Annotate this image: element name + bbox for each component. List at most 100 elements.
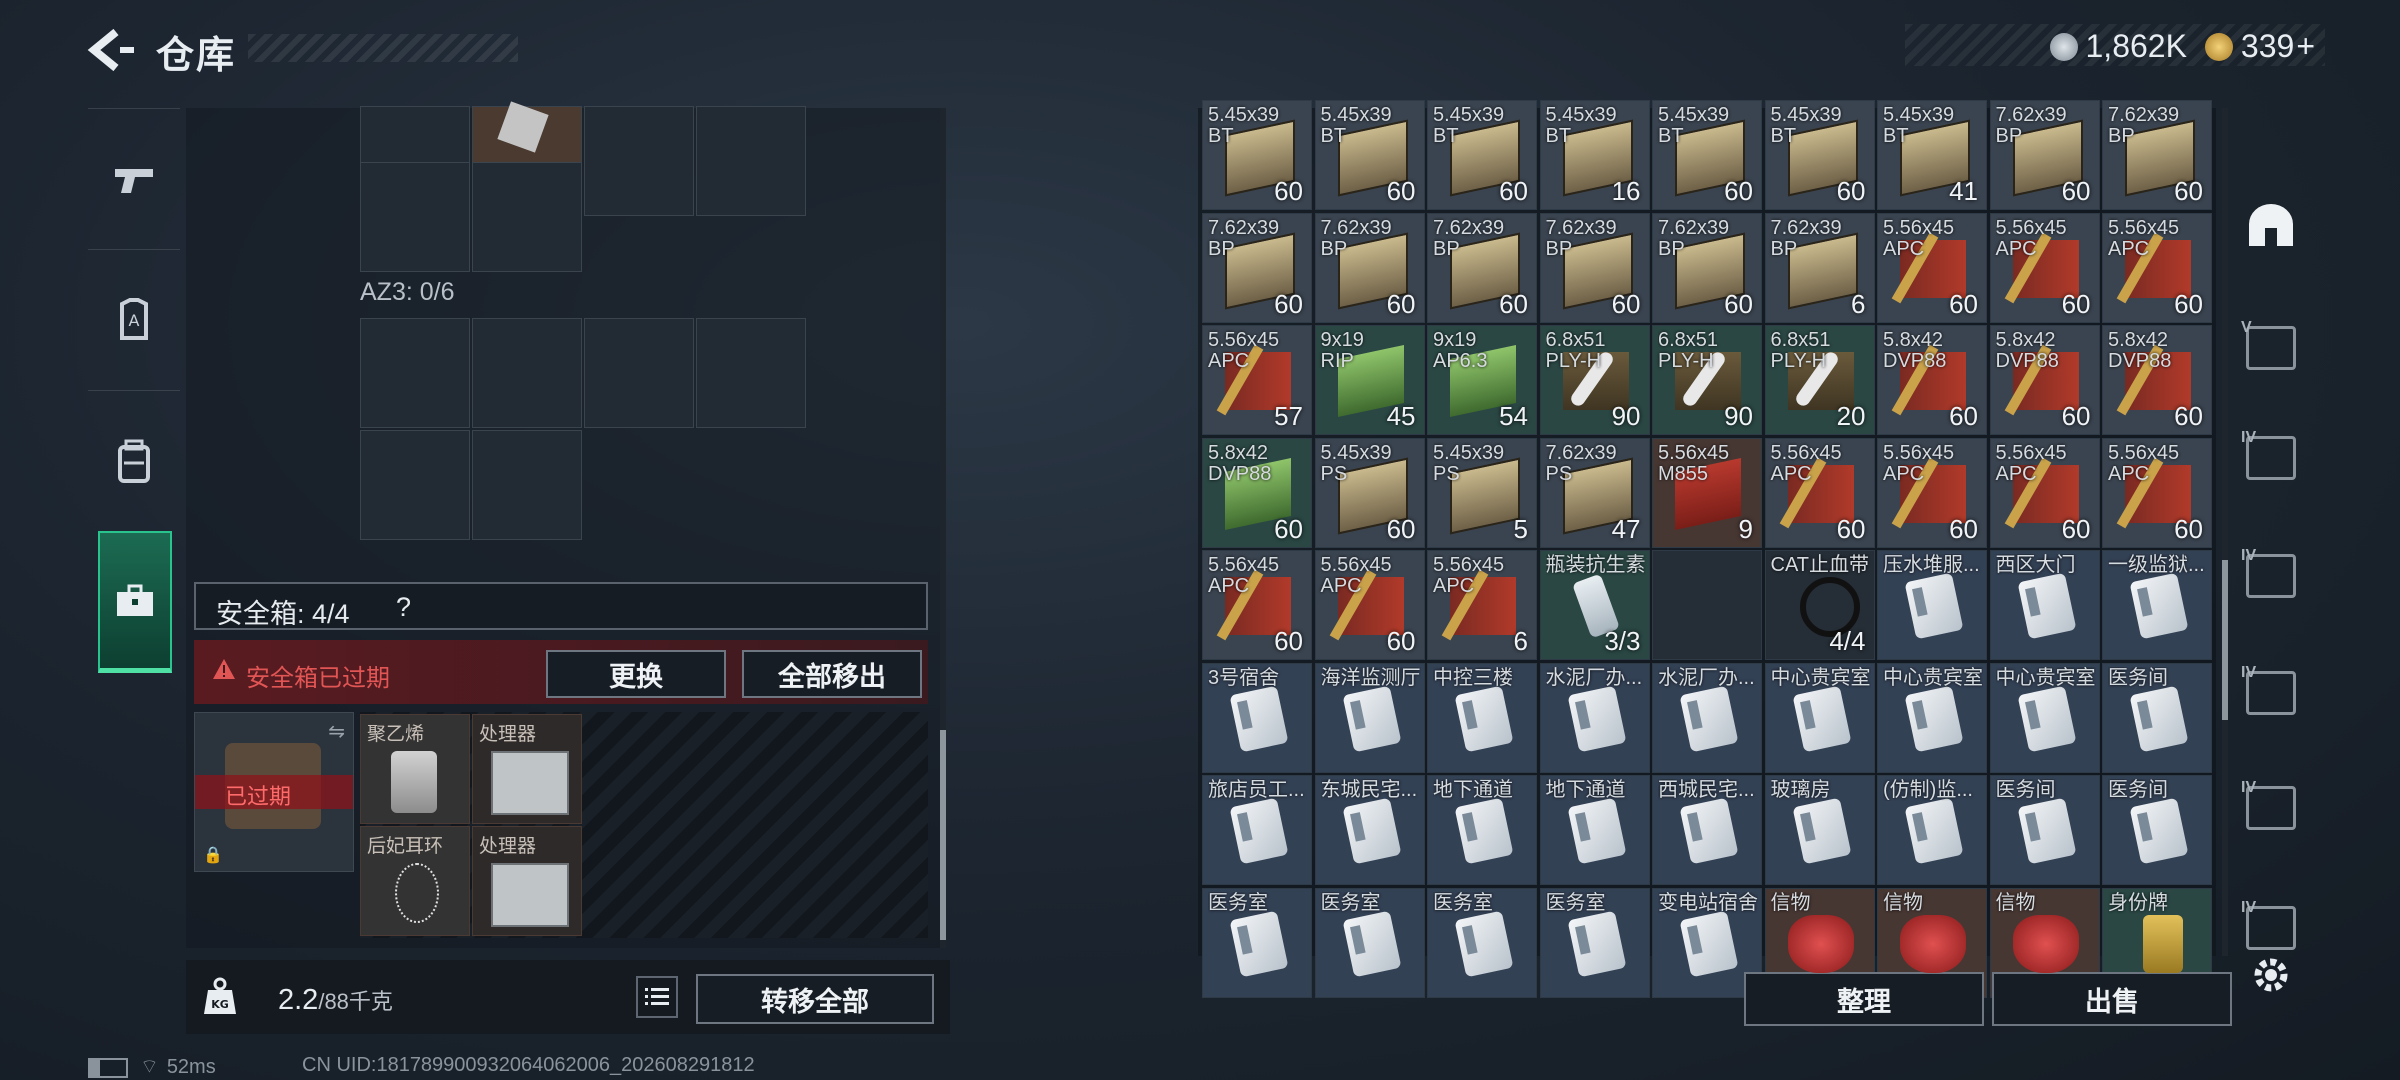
inventory-item[interactable]: 5.56x45 APC 60 xyxy=(2102,437,2212,548)
inventory-item[interactable]: 5.56x45 APC 60 xyxy=(1989,212,2100,323)
replace-button[interactable]: 更换 xyxy=(546,650,726,698)
inventory-item[interactable]: 水泥厂办... xyxy=(1539,662,1650,773)
grid-slot[interactable] xyxy=(360,430,470,540)
inventory-item[interactable]: 中控三楼 xyxy=(1427,662,1537,773)
grid-slot[interactable] xyxy=(696,318,806,428)
inventory-item[interactable]: 3号宿舍 xyxy=(1202,662,1312,773)
grid-slot[interactable] xyxy=(472,162,582,272)
inventory-item[interactable]: 旅店员工... xyxy=(1202,775,1312,885)
safe-box-item[interactable]: 已过期 ⇋ 🔒 xyxy=(194,712,354,872)
inventory-item[interactable]: 5.56x45 APC 6 xyxy=(1427,550,1537,660)
tab-armor[interactable]: A xyxy=(88,249,180,390)
inventory-item[interactable]: 地下通道 xyxy=(1539,775,1650,885)
inventory-item[interactable]: 瓶装抗生素 3/3 xyxy=(1539,550,1650,660)
tab-grade-iv-d[interactable]: IV xyxy=(2230,758,2312,858)
inventory-item[interactable]: 5.45x39 BT 41 xyxy=(1877,100,1987,210)
inventory-item[interactable]: 医务间 xyxy=(2102,662,2212,773)
inventory-item[interactable]: 7.62x39 BP 60 xyxy=(1202,212,1312,323)
inventory-item[interactable]: 7.62x39 PS 47 xyxy=(1539,437,1650,548)
inventory-item[interactable]: 压水堆服... xyxy=(1877,550,1987,660)
list-view-button[interactable] xyxy=(636,976,678,1018)
inventory-item[interactable]: 9x19 AP6.3 54 xyxy=(1427,325,1537,435)
tab-safe-box[interactable] xyxy=(98,531,172,673)
back-button[interactable] xyxy=(86,28,136,72)
inventory-item[interactable]: 水泥厂办... xyxy=(1652,662,1762,773)
inventory-item[interactable]: 5.45x39 BT 16 xyxy=(1539,100,1650,210)
inventory-item[interactable]: 医务室 xyxy=(1202,887,1312,998)
inventory-item[interactable]: 医务室 xyxy=(1314,887,1425,998)
tab-grade-iv-a[interactable]: IV xyxy=(2230,408,2312,508)
safe-item-4[interactable]: 处理器 xyxy=(472,826,582,936)
remove-all-button[interactable]: 全部移出 xyxy=(742,650,922,698)
inventory-item[interactable]: 6.8x51 PLY-H 20 xyxy=(1764,325,1875,435)
inventory-item[interactable]: 玻璃房 xyxy=(1764,775,1875,885)
inventory-item[interactable]: 中心贵宾室 xyxy=(1989,662,2100,773)
inventory-item[interactable]: 5.45x39 BT 60 xyxy=(1764,100,1875,210)
inventory-item[interactable]: 5.56x45 APC 60 xyxy=(1877,212,1987,323)
tab-grade-iv-b[interactable]: IV xyxy=(2230,526,2312,626)
settings-button[interactable] xyxy=(2248,952,2294,998)
inventory-item[interactable]: 7.62x39 BP 60 xyxy=(2102,100,2212,210)
warehouse-scrollbar-thumb[interactable] xyxy=(2222,560,2228,720)
inventory-item[interactable]: 5.56x45 APC 60 xyxy=(1877,437,1987,548)
swap-icon[interactable]: ⇋ xyxy=(328,719,345,744)
inventory-item[interactable]: 地下通道 xyxy=(1427,775,1537,885)
inventory-item[interactable]: 5.56x45 APC 60 xyxy=(1764,437,1875,548)
inventory-item[interactable]: 一级监狱... xyxy=(2102,550,2212,660)
warehouse-scrollbar[interactable] xyxy=(2222,108,2228,956)
grid-slot[interactable] xyxy=(472,318,582,428)
inventory-item[interactable]: 医务室 xyxy=(1427,887,1537,998)
inventory-empty-slot[interactable] xyxy=(1652,550,1762,660)
safe-item-1[interactable]: 聚乙烯 xyxy=(360,714,470,824)
tab-grade-iv-c[interactable]: IV xyxy=(2230,643,2312,743)
tab-backpack[interactable] xyxy=(88,390,180,531)
inventory-item[interactable]: 东城民宅... xyxy=(1314,775,1425,885)
inventory-item[interactable]: 5.56x45 APC 60 xyxy=(1202,550,1312,660)
inventory-item[interactable]: 5.56x45 APC 60 xyxy=(1314,550,1425,660)
inventory-item[interactable]: 9x19 RIP 45 xyxy=(1314,325,1425,435)
inventory-item[interactable]: 医务间 xyxy=(1989,775,2100,885)
tab-all-items[interactable] xyxy=(2230,178,2312,278)
inventory-item[interactable]: 7.62x39 BP 60 xyxy=(1314,212,1425,323)
help-icon[interactable]: ? xyxy=(396,592,411,623)
inventory-item[interactable]: 5.56x45 M855 9 xyxy=(1652,437,1762,548)
inventory-item[interactable]: 西城民宅... xyxy=(1652,775,1762,885)
inventory-item[interactable]: 6.8x51 PLY-H 90 xyxy=(1539,325,1650,435)
safe-item-2[interactable]: 处理器 xyxy=(472,714,582,824)
tab-weapons[interactable] xyxy=(88,108,180,249)
grid-slot[interactable] xyxy=(584,318,694,428)
inventory-item[interactable]: 中心贵宾室 xyxy=(1877,662,1987,773)
tab-grade-v-a[interactable]: V xyxy=(2230,298,2312,398)
inventory-item[interactable]: 海洋监测厅 xyxy=(1314,662,1425,773)
inventory-item[interactable]: 5.8x42 DVP88 60 xyxy=(1877,325,1987,435)
inventory-item[interactable]: 5.56x45 APC 57 xyxy=(1202,325,1312,435)
inventory-item[interactable]: 7.62x39 BP 60 xyxy=(1539,212,1650,323)
inventory-item[interactable]: 5.45x39 PS 60 xyxy=(1314,437,1425,548)
inventory-item[interactable]: 医务室 xyxy=(1539,887,1650,998)
inventory-item[interactable]: 7.62x39 BP 60 xyxy=(1989,100,2100,210)
inventory-item[interactable]: 5.8x42 DVP88 60 xyxy=(1989,325,2100,435)
sort-button[interactable]: 整理 xyxy=(1744,972,1984,1026)
inventory-item[interactable]: 5.45x39 BT 60 xyxy=(1202,100,1312,210)
currency-gold-plus[interactable]: + xyxy=(2296,28,2315,64)
inventory-item[interactable]: 5.45x39 BT 60 xyxy=(1652,100,1762,210)
inventory-item[interactable]: (仿制)监... xyxy=(1877,775,1987,885)
grid-slot[interactable] xyxy=(360,318,470,428)
grid-slot[interactable] xyxy=(584,106,694,216)
inventory-item[interactable]: 7.62x39 BP 6 xyxy=(1764,212,1875,323)
inventory-item[interactable]: 5.45x39 BT 60 xyxy=(1427,100,1537,210)
inventory-item[interactable]: 7.62x39 BP 60 xyxy=(1427,212,1537,323)
inventory-item[interactable]: 5.56x45 APC 60 xyxy=(1989,437,2100,548)
transfer-all-button[interactable]: 转移全部 xyxy=(696,974,934,1024)
grid-slot[interactable] xyxy=(472,430,582,540)
loadout-scrollbar-thumb[interactable] xyxy=(940,730,946,940)
grid-slot[interactable] xyxy=(360,162,470,272)
inventory-item[interactable]: 7.62x39 BP 60 xyxy=(1652,212,1762,323)
inventory-item[interactable]: 5.45x39 PS 5 xyxy=(1427,437,1537,548)
inventory-item[interactable]: 5.8x42 DVP88 60 xyxy=(2102,325,2212,435)
sell-button[interactable]: 出售 xyxy=(1992,972,2232,1026)
inventory-item[interactable]: 5.56x45 APC 60 xyxy=(2102,212,2212,323)
inventory-item[interactable]: 西区大门 xyxy=(1989,550,2100,660)
inventory-item[interactable]: 6.8x51 PLY-H 90 xyxy=(1652,325,1762,435)
inventory-item[interactable]: 中心贵宾室 xyxy=(1764,662,1875,773)
